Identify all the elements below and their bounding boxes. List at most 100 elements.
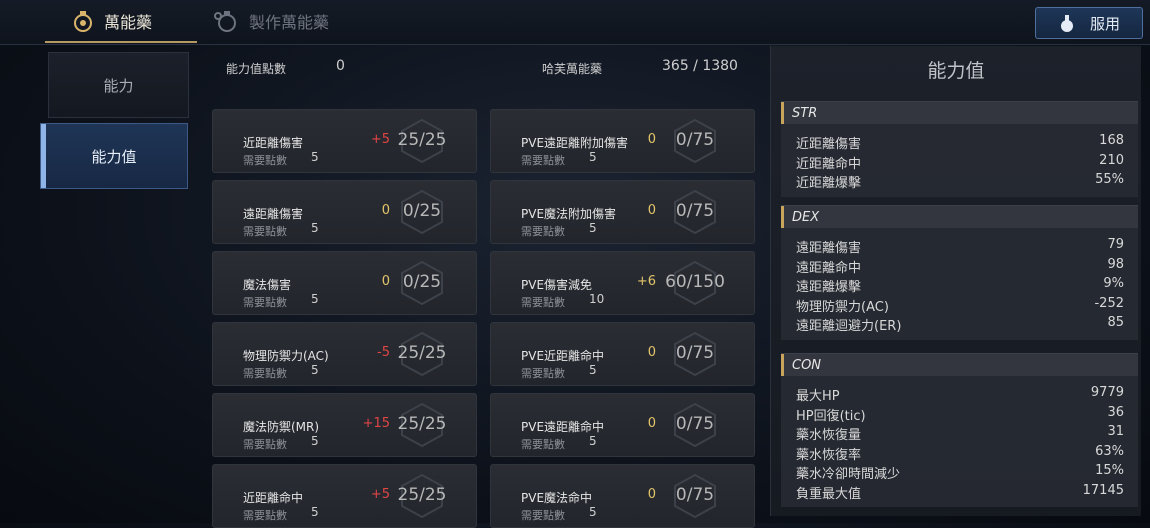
stat-count: 60/150 — [665, 272, 725, 292]
stat-name: PVE魔法附加傷害 — [521, 207, 617, 221]
stat-row-value: 15% — [1095, 463, 1124, 478]
stat-row: 近距離傷害 168 — [781, 132, 1138, 152]
stat-name: PVE魔法命中 — [521, 491, 593, 505]
stat-row-value: 9% — [1103, 276, 1124, 291]
stat-card-right-1[interactable]: PVE魔法附加傷害 需要點數 5 0 0/75 — [490, 180, 755, 244]
stat-card-right-4[interactable]: PVE遠距離命中 需要點數 5 0 0/75 — [490, 393, 755, 457]
stat-row: 藥水冷卻時間減少 15% — [781, 462, 1138, 482]
tab-craft-elixir[interactable]: 製作萬能藥 — [213, 0, 329, 42]
stat-count: 25/25 — [397, 343, 447, 363]
stat-row-value: 79 — [1107, 237, 1124, 252]
required-points-label: 需要點數 — [521, 438, 565, 451]
stats-section-con: CON 最大HP 9779 HP回復(tic) 36 藥水恢復量 31 藥水恢復率 63% 藥水冷… — [781, 353, 1138, 507]
stat-row: 物理防禦力(AC) -252 — [781, 295, 1138, 315]
stat-row-label: HP回復(tic) — [796, 408, 866, 424]
stat-card-right-0[interactable]: PVE遠距離附加傷害 需要點數 5 0 0/75 — [490, 109, 755, 173]
stat-row-value: 98 — [1107, 256, 1124, 272]
stat-card-right-2[interactable]: PVE傷害減免 需要點數 10 +6 60/150 — [490, 251, 755, 315]
stat-row: 近距離爆擊 55% — [781, 171, 1138, 191]
stat-name: 近距離傷害 — [243, 136, 304, 150]
required-points-label: 需要點數 — [243, 509, 287, 522]
stat-row-value: 168 — [1099, 133, 1124, 148]
stat-row-label: 近距離爆擊 — [796, 176, 862, 191]
required-points-label: 需要點數 — [243, 225, 287, 238]
elixir-value: 365 / 1380 — [662, 58, 738, 74]
stat-count: 0/75 — [675, 343, 715, 363]
required-points-value: 5 — [311, 292, 319, 306]
tab-craft-label: 製作萬能藥 — [249, 13, 330, 32]
stat-row-label: 藥水恢復量 — [796, 428, 862, 443]
stat-card-left-4[interactable]: 魔法防禦(MR) 需要點數 5 +15 25/25 — [212, 393, 477, 457]
stat-row-value: 17145 — [1082, 482, 1124, 498]
required-points-label: 需要點數 — [521, 367, 565, 380]
sidebar-item-label: 能力值 — [91, 147, 137, 166]
stat-card-left-2[interactable]: 魔法傷害 需要點數 5 0 0/25 — [212, 251, 477, 315]
stat-row-value: 31 — [1107, 424, 1124, 439]
stat-count: 0/75 — [675, 130, 715, 150]
points-label: 能力值點數 — [226, 62, 287, 76]
stat-row: HP回復(tic) 36 — [781, 404, 1138, 424]
required-points-value: 5 — [589, 434, 597, 448]
section-header: STR — [781, 102, 1138, 124]
stat-count: 0/25 — [402, 272, 442, 292]
stat-card-left-5[interactable]: 近距離命中 需要點數 5 +5 25/25 — [212, 464, 477, 528]
sidebar-item-ability[interactable]: 能力 — [48, 52, 189, 118]
required-points-value: 5 — [311, 221, 319, 235]
stat-card-right-3[interactable]: PVE近距離命中 需要點數 5 0 0/75 — [490, 322, 755, 386]
stat-row: 藥水恢復量 31 — [781, 423, 1138, 443]
required-points-value: 5 — [311, 434, 319, 448]
stat-name: PVE傷害減免 — [521, 278, 593, 292]
stat-name: PVE遠距離命中 — [521, 420, 605, 434]
stat-card-left-3[interactable]: 物理防禦力(AC) 需要點數 5 -5 25/25 — [212, 322, 477, 386]
stats-panel-title: 能力值 — [927, 60, 985, 82]
stat-row-label: 最大HP — [796, 389, 840, 404]
required-points-value: 5 — [589, 505, 597, 519]
points-value: 0 — [336, 58, 345, 74]
sidebar-item-stats[interactable]: 能力值 — [40, 123, 188, 189]
stat-row: 藥水恢復率 63% — [781, 443, 1138, 463]
stats-section-dex: DEX 遠距離傷害 79 遠距離命中 98 遠距離爆擊 9% 物理防禦力(AC) -252 遠距離… — [781, 205, 1138, 340]
stat-name: 遠距離傷害 — [243, 207, 304, 221]
use-button[interactable]: 服用 — [1035, 7, 1143, 39]
stat-row-value: 36 — [1107, 404, 1124, 420]
tab-elixir[interactable]: 萬能藥 — [44, 0, 198, 43]
stats-panel: 能力值 STR 近距離傷害 168 近距離命中 210 近距離爆擊 55% DEX 遠距離傷害 7… — [770, 46, 1141, 516]
required-points-label: 需要點數 — [521, 296, 565, 309]
required-points-label: 需要點數 — [521, 225, 565, 238]
stat-row-label: 遠距離命中 — [796, 260, 862, 276]
section-header: DEX — [781, 206, 1138, 228]
stat-row-label: 近距離命中 — [796, 156, 862, 172]
elixir-label: 哈芙萬能藥 — [542, 62, 603, 76]
required-points-value: 10 — [589, 292, 605, 306]
required-points-label: 需要點數 — [243, 367, 287, 380]
stat-count: 25/25 — [397, 130, 447, 150]
required-points-label: 需要點數 — [243, 296, 287, 309]
stat-name: 魔法傷害 — [243, 278, 292, 292]
section-header: CON — [781, 354, 1138, 376]
stat-card-right-5[interactable]: PVE魔法命中 需要點數 5 0 0/75 — [490, 464, 755, 528]
stat-row-label: 物理防禦力(AC) — [796, 299, 889, 315]
stat-row-value: 63% — [1095, 443, 1124, 459]
stat-row: 遠距離傷害 79 — [781, 236, 1138, 256]
stat-row-label: 藥水冷卻時間減少 — [796, 467, 901, 482]
stat-row: 遠距離迴避力(ER) 85 — [781, 314, 1138, 334]
stat-card-left-1[interactable]: 遠距離傷害 需要點數 5 0 0/25 — [212, 180, 477, 244]
required-points-value: 5 — [311, 150, 319, 164]
stat-name: 魔法防禦(MR) — [243, 420, 320, 434]
required-points-value: 5 — [589, 363, 597, 377]
craft-icon — [214, 11, 236, 32]
stat-card-left-0[interactable]: 近距離傷害 需要點數 5 +5 25/25 — [212, 109, 477, 173]
stats-section-str: STR 近距離傷害 168 近距離命中 210 近距離爆擊 55% — [781, 101, 1138, 197]
top-bar: 萬能藥 製作萬能藥 服用 — [0, 0, 1150, 45]
stat-row-label: 藥水恢復率 — [796, 447, 862, 463]
stat-row-value: 55% — [1095, 172, 1124, 187]
stat-row: 遠距離爆擊 9% — [781, 275, 1138, 295]
stat-row-value: 9779 — [1090, 385, 1124, 400]
use-button-label: 服用 — [1089, 14, 1120, 33]
stat-row-label: 近距離傷害 — [796, 137, 862, 152]
stat-count: 0/25 — [402, 201, 442, 221]
required-points-value: 5 — [311, 505, 319, 519]
tab-elixir-label: 萬能藥 — [104, 13, 153, 32]
required-points-label: 需要點數 — [243, 438, 287, 451]
stat-row-label: 遠距離迴避力(ER) — [796, 319, 902, 334]
